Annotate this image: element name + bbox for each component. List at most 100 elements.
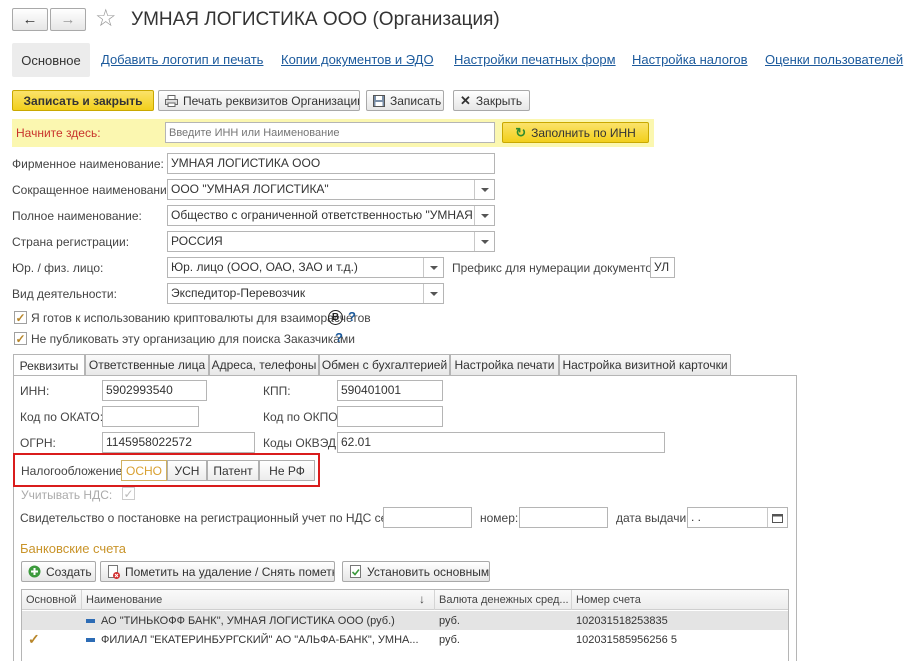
column-header-name[interactable]: Наименование xyxy=(82,590,435,610)
row-1-name: АО "ТИНЬКОФФ БАНК", УМНАЯ ЛОГИСТИКА ООО … xyxy=(82,611,435,630)
no-publish-help-icon[interactable]: ? xyxy=(335,330,343,345)
column-header-name-label: Наименование xyxy=(86,594,163,606)
checkmark-icon: ✓ xyxy=(15,331,26,346)
tab-responsible-persons[interactable]: Ответственные лица xyxy=(85,354,209,375)
mark-delete-button[interactable]: Пометить на удаление / Снять пометку xyxy=(100,561,335,582)
row-1-main xyxy=(22,611,82,630)
close-button[interactable]: ✕ Закрыть xyxy=(453,90,530,111)
nav-main-label: Основное xyxy=(21,52,81,68)
bitcoin-letter: B xyxy=(331,312,340,323)
tab-business-card[interactable]: Настройка визитной карточки xyxy=(559,354,731,375)
tab-addresses-phones[interactable]: Адреса, телефоны xyxy=(209,354,319,375)
column-header-account[interactable]: Номер счета xyxy=(572,590,788,610)
taxation-label: Налогообложение: xyxy=(21,464,126,478)
print-details-button[interactable]: Печать реквизитов Организации xyxy=(158,90,360,111)
activity-label: Вид деятельности: xyxy=(12,287,117,301)
crypto-checkbox[interactable]: ✓ xyxy=(14,311,27,325)
row-2-name: ФИЛИАЛ "ЕКАТЕРИНБУРГСКИЙ" АО "АЛЬФА-БАНК… xyxy=(82,630,435,649)
activity-value: Экспедитор-Перевозчик xyxy=(171,286,306,300)
set-main-label: Установить основным xyxy=(367,564,490,579)
okato-field[interactable] xyxy=(102,406,199,427)
tab-print-settings[interactable]: Настройка печати xyxy=(450,354,559,375)
column-header-main[interactable]: Основной xyxy=(22,590,82,610)
no-publish-checkbox[interactable]: ✓ xyxy=(14,331,27,346)
ogrn-label: ОГРН: xyxy=(20,436,56,450)
save-label: Записать xyxy=(390,93,442,108)
back-button[interactable]: ← xyxy=(12,8,48,31)
fill-by-inn-button[interactable]: ↻ Заполнить по ИНН xyxy=(502,122,649,143)
firm-name-field[interactable]: УМНАЯ ЛОГИСТИКА ООО xyxy=(167,153,495,174)
activity-field[interactable]: Экспедитор-Перевозчик xyxy=(167,283,444,304)
fill-by-inn-label: Заполнить по ИНН xyxy=(531,125,636,140)
firm-name-label: Фирменное наименование: xyxy=(12,157,164,171)
arrow-left-icon: ← xyxy=(22,11,38,28)
nav-print-settings[interactable]: Настройки печатных форм xyxy=(454,52,616,67)
create-label: Создать xyxy=(46,564,92,579)
short-name-dropdown-icon[interactable] xyxy=(474,180,494,199)
floppy-disk-icon xyxy=(373,94,385,107)
kpp-label: КПП: xyxy=(263,384,291,398)
vat-cert-series-field[interactable] xyxy=(383,507,472,528)
save-close-button[interactable]: Записать и закрыть xyxy=(12,90,154,111)
country-dropdown-icon[interactable] xyxy=(474,232,494,251)
inn-field[interactable]: 5902993540 xyxy=(102,380,207,401)
vat-cert-label: Свидетельство о постановке на регистраци… xyxy=(20,511,411,525)
start-here-label: Начните здесь: xyxy=(16,126,101,140)
inn-label: ИНН: xyxy=(20,384,50,398)
favorite-star-icon[interactable]: ☆ xyxy=(95,4,117,33)
entity-type-field[interactable]: Юр. лицо (ООО, ОАО, ЗАО и т.д.) xyxy=(167,257,444,278)
main-checkmark-icon: ✓ xyxy=(28,631,40,647)
nav-tax-settings[interactable]: Настройка налогов xyxy=(632,52,748,67)
vat-checkbox: ✓ xyxy=(122,487,135,501)
vat-cert-number-label: номер: xyxy=(480,511,519,525)
full-name-field[interactable]: Общество с ограниченной ответственностью… xyxy=(167,205,495,226)
row-1-name-text: АО "ТИНЬКОФФ БАНК", УМНАЯ ЛОГИСТИКА ООО … xyxy=(101,614,395,627)
close-label: Закрыть xyxy=(475,93,523,108)
tab-accounting-exchange[interactable]: Обмен с бухгалтерией xyxy=(319,354,450,375)
activity-dropdown-icon[interactable] xyxy=(423,284,443,303)
kpp-field[interactable]: 590401001 xyxy=(337,380,443,401)
row-1-currency: руб. xyxy=(439,614,460,627)
full-name-dropdown-icon[interactable] xyxy=(474,206,494,225)
save-close-label: Записать и закрыть xyxy=(23,93,143,108)
okpo-field[interactable] xyxy=(337,406,443,427)
nav-add-logo[interactable]: Добавить логотип и печать xyxy=(101,52,263,67)
full-name-label: Полное наименование: xyxy=(12,209,142,223)
nav-user-ratings[interactable]: Оценки пользователей xyxy=(765,52,903,67)
nav-doc-copies[interactable]: Копии документов и ЭДО xyxy=(281,52,434,67)
calendar-icon[interactable] xyxy=(767,508,787,527)
okato-label: Код по ОКАТО: xyxy=(20,410,104,424)
refresh-icon: ↻ xyxy=(515,124,527,140)
save-button[interactable]: Записать xyxy=(366,90,444,111)
bank-account-icon xyxy=(86,637,95,642)
prefix-field[interactable]: УЛ xyxy=(650,257,675,278)
crypto-help-icon[interactable]: ? xyxy=(348,309,356,324)
taxation-option-usn[interactable]: УСН xyxy=(167,460,207,481)
vat-cert-date-field[interactable]: . . xyxy=(687,507,788,528)
vat-cert-number-field[interactable] xyxy=(519,507,608,528)
full-name-value: Общество с ограниченной ответственностью… xyxy=(171,208,495,222)
short-name-label: Сокращенное наименование: xyxy=(12,183,177,197)
forward-button[interactable]: → xyxy=(50,8,86,31)
column-header-currency[interactable]: Валюта денежных сред... xyxy=(435,590,572,610)
set-main-button[interactable]: Установить основным xyxy=(342,561,490,582)
entity-type-dropdown-icon[interactable] xyxy=(423,258,443,277)
okved-field[interactable]: 62.01 xyxy=(337,432,665,453)
printer-icon xyxy=(165,94,178,107)
entity-type-value: Юр. лицо (ООО, ОАО, ЗАО и т.д.) xyxy=(171,260,358,274)
bank-account-icon xyxy=(86,618,95,623)
nav-main-active[interactable]: Основное xyxy=(12,43,90,77)
print-details-label: Печать реквизитов Организации xyxy=(183,93,360,108)
row-2-currency: руб. xyxy=(439,633,460,646)
taxation-option-osno[interactable]: ОСНО xyxy=(121,460,167,481)
page-title: УМНАЯ ЛОГИСТИКА ООО (Организация) xyxy=(131,9,500,30)
short-name-field[interactable]: ООО "УМНАЯ ЛОГИСТИКА" xyxy=(167,179,495,200)
taxation-option-not-rf[interactable]: Не РФ xyxy=(259,460,315,481)
ogrn-field[interactable]: 1145958022572 xyxy=(102,432,255,453)
prefix-label: Префикс для нумерации документов : xyxy=(452,261,666,275)
inn-search-input[interactable] xyxy=(165,122,495,143)
country-field[interactable]: РОССИЯ xyxy=(167,231,495,252)
taxation-option-patent[interactable]: Патент xyxy=(207,460,259,481)
tab-requisites[interactable]: Реквизиты xyxy=(13,354,85,376)
create-button[interactable]: Создать xyxy=(21,561,96,582)
